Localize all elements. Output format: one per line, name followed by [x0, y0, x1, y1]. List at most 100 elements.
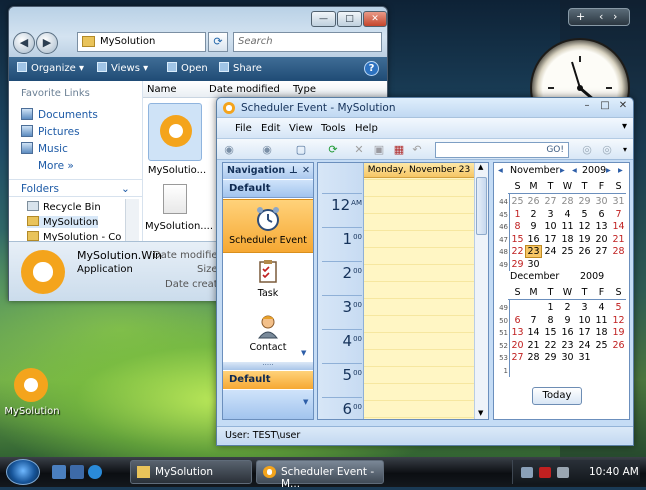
calendar-day[interactable]: 30 — [526, 259, 541, 270]
calendar-day[interactable]: 5 — [577, 209, 592, 220]
nav-group-default-collapsed[interactable]: Default — [223, 371, 313, 389]
next-icon[interactable]: ◎ — [599, 142, 615, 157]
task-mysolution[interactable]: MySolution — [130, 460, 252, 484]
calendar-day[interactable]: 22 — [543, 340, 558, 351]
calendar-day[interactable]: 2 — [560, 302, 575, 313]
calendar-day[interactable]: 11 — [594, 315, 609, 326]
save-close-icon[interactable]: ▦ — [391, 142, 407, 157]
calendar-day[interactable]: 26 — [577, 246, 592, 257]
nav-item-task[interactable]: Task — [223, 253, 313, 307]
calendar-day[interactable]: 1 — [510, 209, 525, 220]
address-bar[interactable]: MySolution — [77, 32, 206, 52]
calendar-day[interactable]: 2 — [526, 209, 541, 220]
calendar-day[interactable]: 16 — [526, 234, 541, 245]
switch-windows-icon[interactable] — [70, 465, 84, 479]
calendar-day[interactable]: 31 — [577, 352, 592, 363]
menu-help[interactable]: Help — [355, 123, 378, 134]
column-date-modified[interactable]: Date modified — [209, 84, 280, 95]
forward-icon[interactable]: ◉ — [259, 142, 275, 157]
internet-explorer-icon[interactable] — [88, 465, 102, 479]
search-go-input[interactable]: GO! — [435, 142, 569, 158]
search-input[interactable]: Search — [233, 32, 382, 52]
calendar-day[interactable]: 21 — [611, 234, 626, 245]
calendar-day[interactable]: 25 — [510, 196, 525, 207]
help-icon[interactable]: ? — [364, 61, 379, 76]
menu-view[interactable]: View — [289, 123, 313, 134]
calendar-day[interactable]: 10 — [543, 221, 558, 232]
calendar-day[interactable]: 16 — [560, 327, 575, 338]
calendar-day[interactable]: 24 — [577, 340, 592, 351]
menu-tools[interactable]: Tools — [321, 123, 346, 134]
start-button[interactable] — [6, 459, 40, 485]
year-label[interactable]: 2009 — [580, 271, 604, 282]
nav-item-scheduler-event[interactable]: Scheduler Event — [223, 199, 313, 253]
month-dropdown-icon[interactable]: ▸ — [560, 165, 565, 176]
scroll-down-icon[interactable]: ▼ — [301, 349, 306, 357]
calendar-day[interactable]: 29 — [510, 259, 525, 270]
calendar-day[interactable]: 29 — [543, 352, 558, 363]
column-name[interactable]: Name — [147, 84, 177, 95]
calendar-day[interactable]: 27 — [594, 246, 609, 257]
close-button[interactable]: ✕ — [615, 100, 631, 111]
calendar-day[interactable]: 18 — [560, 234, 575, 245]
tree-item-recycle-bin[interactable]: Recycle Bin — [27, 201, 101, 213]
calendar-day[interactable]: 31 — [611, 196, 626, 207]
volume-muted-icon[interactable] — [539, 467, 551, 478]
calendar-day[interactable]: 12 — [577, 221, 592, 232]
calendar-day[interactable]: 7 — [526, 315, 541, 326]
calendar-day[interactable]: 13 — [594, 221, 609, 232]
task-scheduler-event[interactable]: Scheduler Event - M... — [256, 460, 384, 490]
copy-icon[interactable]: ▣ — [371, 142, 387, 157]
scroll-thumb[interactable] — [476, 177, 487, 235]
clock-time[interactable]: 10:40 AM — [589, 466, 639, 478]
undo-icon[interactable]: ↶ — [409, 142, 425, 157]
folders-header[interactable]: Folders ⌄ — [9, 179, 142, 197]
calendar-day[interactable]: 21 — [526, 340, 541, 351]
calendar-day[interactable]: 27 — [543, 196, 558, 207]
scroll-up-icon[interactable]: ▲ — [478, 163, 483, 171]
minimize-button[interactable]: – — [579, 100, 595, 111]
calendar-day[interactable]: 8 — [543, 315, 558, 326]
calendar-day[interactable]: 13 — [510, 327, 525, 338]
open-button[interactable]: Open — [167, 62, 208, 74]
calendar-day[interactable]: 3 — [543, 209, 558, 220]
file-item-selected[interactable] — [148, 103, 202, 161]
organize-button[interactable]: Organize ▾ — [17, 62, 84, 74]
calendar-day[interactable]: 23 — [525, 245, 542, 258]
previous-icon[interactable]: ◎ — [579, 142, 595, 157]
nav-group-default[interactable]: Default — [223, 180, 313, 198]
calendar-day[interactable]: 10 — [577, 315, 592, 326]
calendar-day[interactable]: 26 — [611, 340, 626, 351]
maximize-button[interactable]: □ — [597, 100, 613, 111]
file-label[interactable]: MySolutio... — [147, 165, 207, 176]
delete-icon[interactable]: ✕ — [351, 142, 367, 157]
calendar-day[interactable]: 20 — [510, 340, 525, 351]
document-icon[interactable] — [163, 184, 187, 214]
maximize-button[interactable]: □ — [337, 11, 362, 27]
forward-button[interactable]: ▶ — [36, 32, 58, 54]
calendar-day[interactable]: 9 — [526, 221, 541, 232]
back-button[interactable]: ◀ — [13, 32, 35, 54]
column-type[interactable]: Type — [293, 84, 316, 95]
calendar-day[interactable]: 25 — [594, 340, 609, 351]
file-label[interactable]: MySolution.... — [145, 221, 213, 232]
year-next-icon[interactable]: ▸ — [606, 165, 611, 176]
calendar-day[interactable]: 14 — [526, 327, 541, 338]
calendar-day[interactable]: 4 — [560, 209, 575, 220]
new-icon[interactable]: ▢ — [293, 142, 309, 157]
minimize-button[interactable]: — — [311, 11, 336, 27]
calendar-day[interactable]: 15 — [543, 327, 558, 338]
views-button[interactable]: Views ▾ — [97, 62, 148, 74]
month-name[interactable]: December — [510, 271, 559, 282]
calendar-day[interactable]: 17 — [543, 234, 558, 245]
fav-documents[interactable]: Documents — [21, 108, 98, 121]
calendar-day[interactable]: 12 — [611, 315, 626, 326]
calendar-day[interactable]: 7 — [611, 209, 626, 220]
calendar-day[interactable]: 14 — [611, 221, 626, 232]
calendar-day[interactable]: 30 — [560, 352, 575, 363]
tree-scrollbar[interactable] — [125, 199, 139, 241]
day-header[interactable]: Monday, November 23 — [364, 163, 474, 178]
refresh-icon[interactable]: ⟳ — [208, 32, 228, 52]
calendar-day[interactable]: 28 — [526, 352, 541, 363]
close-button[interactable]: ✕ — [363, 11, 387, 27]
